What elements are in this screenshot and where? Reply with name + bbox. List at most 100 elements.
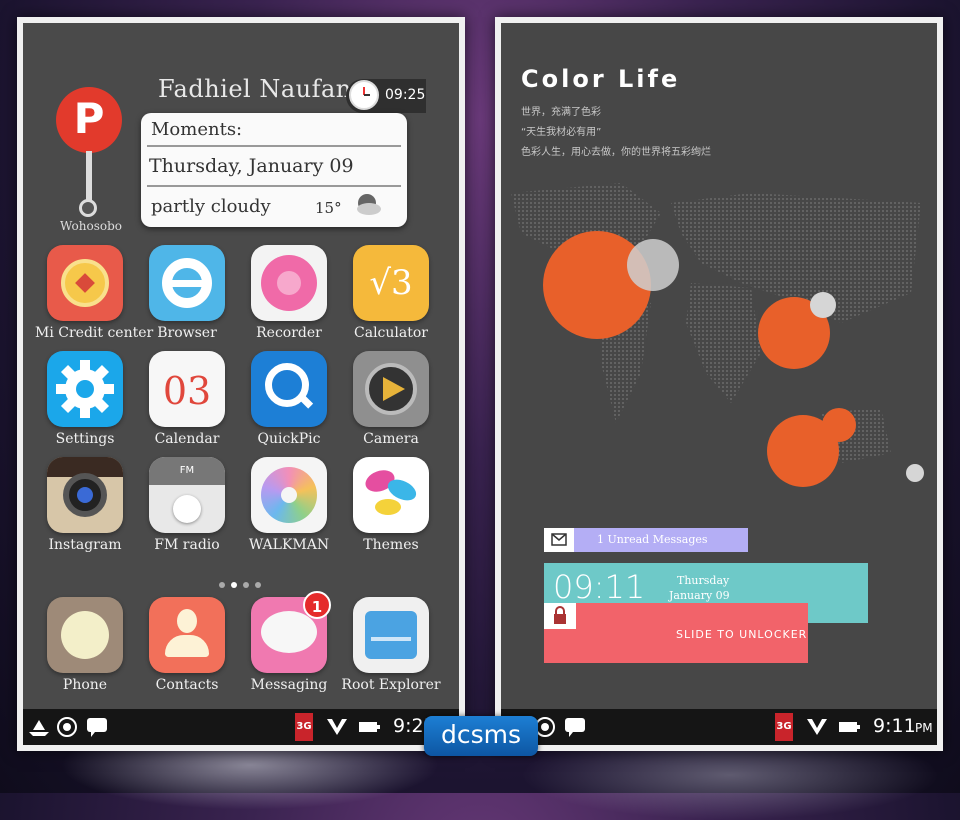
recorder-icon	[251, 245, 327, 321]
chat-icon	[87, 718, 107, 737]
app-label: Calendar	[154, 431, 220, 447]
grey-bubble	[810, 292, 836, 318]
contacts-icon	[149, 597, 225, 673]
dock-contacts[interactable]: Contacts	[137, 597, 237, 693]
app-walkman[interactable]: WALKMAN	[239, 457, 339, 553]
app-label: Camera	[363, 431, 419, 447]
signal-icon	[327, 719, 347, 735]
3g-icon: 3G	[775, 713, 793, 741]
divider	[147, 145, 401, 147]
app-label: Recorder	[256, 325, 322, 341]
app-label: Browser	[157, 325, 217, 341]
status-bar[interactable]: 3G 9:25	[23, 709, 459, 745]
app-recorder[interactable]: Recorder	[239, 245, 339, 341]
battery-icon	[839, 722, 860, 732]
partly-cloudy-icon	[357, 194, 381, 215]
slide-to-unlock-label: SLIDE TO UNLOCKER	[676, 628, 808, 641]
fm-label: FM	[149, 457, 225, 485]
app-quickpic[interactable]: QuickPic	[239, 351, 339, 447]
dock-root-explorer[interactable]: Root Explorer	[341, 597, 441, 693]
page-indicator[interactable]	[216, 573, 264, 592]
app-label: Calculator	[354, 325, 428, 341]
app-instagram[interactable]: Instagram	[35, 457, 135, 553]
calculator-icon: √3	[353, 245, 429, 321]
app-label: WALKMAN	[248, 537, 330, 553]
moments-date: Thursday, January 09	[149, 155, 354, 177]
app-label: Mi Credit center	[35, 325, 154, 341]
themes-icon	[353, 457, 429, 533]
folder-icon	[353, 597, 429, 673]
pinterest-label: Wohosobo	[60, 219, 122, 233]
calendar-icon: 03	[149, 351, 225, 427]
divider	[147, 185, 401, 187]
app-calculator[interactable]: √3 Calculator	[341, 245, 441, 341]
page-dot	[243, 582, 249, 588]
world-map	[511, 183, 924, 487]
app-label: Contacts	[155, 677, 219, 693]
orange-bubble	[822, 408, 856, 442]
subtitle-line-1: 世界，充满了色彩	[521, 107, 601, 118]
status-ampm: PM	[915, 721, 933, 735]
app-fm-radio[interactable]: FM FM radio	[137, 457, 237, 553]
app-label: QuickPic	[257, 431, 321, 447]
calculator-glyph: √3	[369, 263, 413, 303]
app-label: Settings	[55, 431, 115, 447]
analog-clock-icon	[349, 80, 379, 110]
dock-phone[interactable]: Phone	[35, 597, 135, 693]
app-label: Themes	[363, 537, 419, 553]
lock-icon	[544, 603, 576, 629]
weather-text: partly cloudy	[151, 196, 271, 217]
ship-icon	[29, 720, 49, 736]
app-browser[interactable]: Browser	[137, 245, 237, 341]
radio-icon: FM	[149, 457, 225, 533]
app-label: Instagram	[48, 537, 122, 553]
app-label: FM radio	[154, 537, 220, 553]
left-home-screen: Fadhiel Naufan 09:25 P Wohosobo Moments:…	[23, 23, 459, 745]
app-label: Phone	[62, 677, 108, 693]
app-label: Messaging	[250, 677, 328, 693]
left-phone-frame: Fadhiel Naufan 09:25 P Wohosobo Moments:…	[17, 17, 465, 751]
status-bar[interactable]: 3G 9:11 PM	[501, 709, 937, 745]
dcsms-watermark: dcsms	[424, 716, 538, 756]
chat-icon	[565, 718, 585, 737]
grey-bubble	[627, 239, 679, 291]
walkman-icon	[251, 457, 327, 533]
profile-name: Fadhiel Naufan	[158, 75, 352, 103]
page-dot	[219, 582, 225, 588]
lock-screen: Color Life 世界，充满了色彩 “天生我材必有用” 色彩人生，用心去做，…	[501, 23, 937, 745]
credit-coin-icon	[47, 245, 123, 321]
phone-icon	[47, 597, 123, 673]
color-life-title: Color Life	[521, 65, 681, 93]
calendar-day: 03	[162, 369, 212, 413]
lock-time: 09:11	[553, 568, 646, 606]
temperature: 15°	[315, 199, 342, 217]
app-calendar[interactable]: 03 Calendar	[137, 351, 237, 447]
grey-bubble	[906, 464, 924, 482]
app-label: Root Explorer	[341, 677, 441, 693]
lock-day: Thursday	[677, 574, 730, 587]
3g-icon: 3G	[295, 713, 313, 741]
page-dot-active	[231, 582, 237, 588]
moments-widget[interactable]: Moments: Thursday, January 09 partly clo…	[141, 113, 407, 227]
subtitle-line-2: “天生我材必有用”	[521, 127, 602, 138]
camera-icon	[353, 351, 429, 427]
app-camera[interactable]: Camera	[341, 351, 441, 447]
moments-title: Moments:	[151, 119, 243, 140]
quickpic-icon	[251, 351, 327, 427]
app-themes[interactable]: Themes	[341, 457, 441, 553]
unread-messages-text: 1 Unread Messages	[597, 533, 708, 546]
page-dot	[255, 582, 261, 588]
pinterest-icon[interactable]: P	[56, 87, 122, 153]
gear-icon	[47, 351, 123, 427]
app-settings[interactable]: Settings	[35, 351, 135, 447]
instagram-icon	[47, 457, 123, 533]
status-time: 9:11	[873, 715, 916, 737]
dock-messaging[interactable]: 1 Messaging	[239, 591, 339, 693]
browser-icon	[149, 245, 225, 321]
lock-date: January 09	[669, 589, 730, 602]
right-phone-frame: Color Life 世界，充满了色彩 “天生我材必有用” 色彩人生，用心去做，…	[495, 17, 943, 751]
subtitle-line-3: 色彩人生，用心去做，你的世界将五彩绚烂	[521, 147, 711, 158]
signal-icon	[807, 719, 827, 735]
app-mi-credit-center[interactable]: Mi Credit center	[35, 245, 154, 341]
pin-knob	[79, 199, 97, 217]
